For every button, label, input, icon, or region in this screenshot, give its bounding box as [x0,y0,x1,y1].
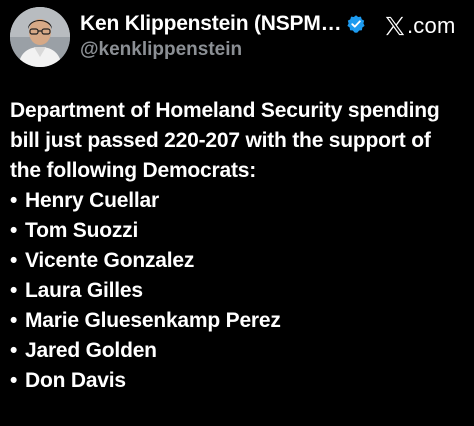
list-item-name: Laura Gilles [25,279,143,302]
name-row: Ken Klippenstein (NSPM… [80,11,380,37]
bullet-point: • [10,249,18,272]
list-item: • Tom Suozzi [10,216,474,246]
brand-logo: .com [384,12,455,40]
bullet-point: • [10,369,18,392]
list-item-name: Don Davis [25,369,126,392]
list-item: • Vicente Gonzalez [10,246,474,276]
tweet-text-line: the following Democrats: [10,159,257,182]
list-item-name: Marie Gluesenkamp Perez [25,309,281,332]
list-item: • Laura Gilles [10,276,474,306]
verified-badge-icon [346,14,366,34]
list-item-name: Vicente Gonzalez [25,249,195,272]
list-item: • Henry Cuellar [10,186,474,216]
bullet-point: • [10,309,18,332]
author-handle[interactable]: @kenklippenstein [80,39,380,61]
democrats-list: • Henry Cuellar • Tom Suozzi • Vicente Gonz… [10,186,474,396]
bullet-point: • [10,339,18,362]
tweet-header: Ken Klippenstein (NSPM… @kenklippenstein… [0,0,474,80]
author-display-name[interactable]: Ken Klippenstein (NSPM… [80,12,342,36]
avatar[interactable] [10,7,70,67]
list-item: • Marie Gluesenkamp Perez [10,306,474,336]
list-item: • Jared Golden [10,336,474,366]
list-item-name: Henry Cuellar [25,189,159,212]
avatar-photo [10,7,70,67]
list-item-name: Jared Golden [25,339,157,362]
tweet-text-line: bill just passed 220-207 with the suppor… [10,129,431,152]
x-logo-icon [384,15,406,37]
tweet-text-line: Department of Homeland Security spending [10,99,440,122]
bullet-point: • [10,189,18,212]
list-item-name: Tom Suozzi [25,219,139,242]
tweet-text: Department of Homeland Security spending… [10,96,474,396]
author-info: Ken Klippenstein (NSPM… @kenklippenstein [80,11,380,61]
bullet-point: • [10,279,18,302]
brand-domain-text: .com [407,13,456,38]
list-item: • Don Davis [10,366,474,396]
bullet-point: • [10,219,18,242]
